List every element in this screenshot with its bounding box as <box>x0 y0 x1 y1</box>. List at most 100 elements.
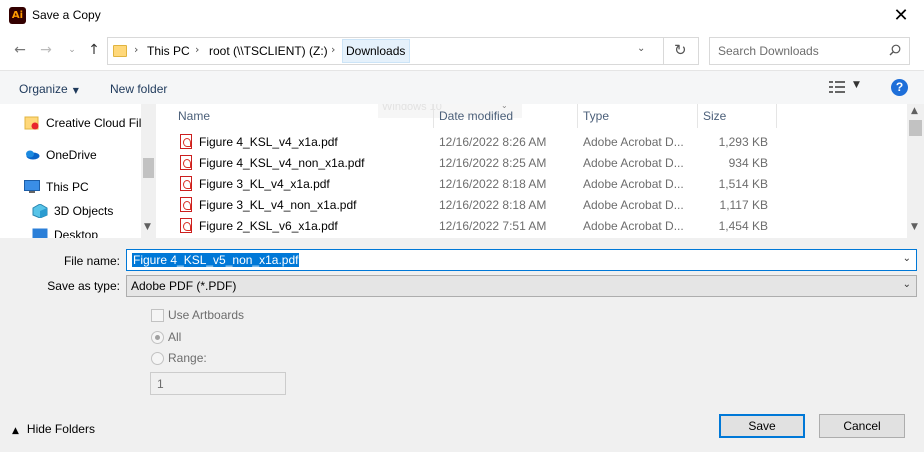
file-size: 1,454 KB <box>718 219 768 233</box>
range-label: Range: <box>168 351 207 365</box>
breadcrumb-downloads[interactable]: Downloads <box>346 44 405 58</box>
table-row[interactable]: Figure 4_KSL_v4_non_x1a.pdf 12/16/2022 8… <box>156 153 906 174</box>
pdf-file-icon <box>180 197 192 212</box>
cancel-button[interactable]: Cancel <box>819 414 905 438</box>
recent-locations-chevron-icon[interactable]: ⌄ <box>62 40 82 60</box>
address-bar[interactable]: › This PC › root (\\TSCLIENT) (Z:) › Dow… <box>107 37 699 65</box>
file-date: 12/16/2022 8:25 AM <box>439 156 547 170</box>
file-name-value[interactable]: Figure 4_KSL_v5_non_x1a.pdf <box>132 253 300 267</box>
file-type: Adobe Acrobat D... <box>583 219 684 233</box>
chevron-down-icon[interactable]: ⌄ <box>903 279 911 290</box>
navigation-pane: Creative Cloud Fil OneDrive This PC 3D O… <box>0 104 156 238</box>
address-dropdown-chevron-icon[interactable]: ⌄ <box>637 43 645 54</box>
column-divider[interactable] <box>776 104 777 128</box>
range-radio[interactable] <box>151 352 164 365</box>
range-input[interactable]: 1 <box>150 372 286 395</box>
file-type: Adobe Acrobat D... <box>583 177 684 191</box>
chevron-down-icon[interactable]: ⌄ <box>903 253 911 264</box>
command-toolbar: Organize ▼ New folder ▼ ? <box>0 70 924 104</box>
save-as-type-value: Adobe PDF (*.PDF) <box>131 279 237 293</box>
all-label: All <box>168 330 182 344</box>
save-as-type-select[interactable]: Adobe PDF (*.PDF) ⌄ <box>126 275 917 297</box>
sidebar-item-onedrive[interactable]: OneDrive <box>24 148 97 168</box>
save-as-type-label: Save as type: <box>47 279 120 293</box>
file-name: Figure 3_KL_v4_non_x1a.pdf <box>199 198 357 212</box>
up-arrow-icon[interactable]: ↑ <box>84 40 104 60</box>
file-list-scrollbar[interactable]: ▲ ▼ <box>907 104 924 238</box>
file-date: 12/16/2022 8:18 AM <box>439 177 547 191</box>
file-type: Adobe Acrobat D... <box>583 198 684 212</box>
file-date: 12/16/2022 8:26 AM <box>439 135 547 149</box>
table-row[interactable]: Figure 4_KSL_v4_x1a.pdf 12/16/2022 8:26 … <box>156 132 906 153</box>
folder-icon <box>113 45 127 57</box>
organize-label: Organize <box>19 82 68 96</box>
forward-arrow-icon[interactable]: → <box>36 40 56 60</box>
save-button[interactable]: Save <box>719 414 805 438</box>
file-name: Figure 4_KSL_v4_x1a.pdf <box>199 135 338 149</box>
column-header-date-modified[interactable]: Date modified <box>439 109 513 123</box>
sidebar-item-this-pc[interactable]: This PC <box>24 180 89 200</box>
table-row[interactable]: Figure 3_KL_v4_x1a.pdf 12/16/2022 8:18 A… <box>156 174 906 195</box>
navigation-bar: ← → ⌄ ↑ › This PC › root (\\TSCLIENT) (Z… <box>0 32 924 70</box>
file-name-field[interactable]: Figure 4_KSL_v5_non_x1a.pdf ⌄ <box>126 249 917 271</box>
navigation-pane-scrollbar[interactable]: ▼ <box>141 104 155 238</box>
file-name-label: File name: <box>63 254 120 268</box>
use-artboards-label: Use Artboards <box>168 308 245 322</box>
file-type: Adobe Acrobat D... <box>583 135 684 149</box>
all-radio[interactable] <box>151 331 164 344</box>
use-artboards-checkbox[interactable] <box>151 309 164 322</box>
breadcrumb-this-pc[interactable]: This PC <box>147 44 190 58</box>
table-row[interactable]: Figure 3_KL_v4_non_x1a.pdf 12/16/2022 8:… <box>156 195 906 216</box>
column-header-type[interactable]: Type <box>583 109 609 123</box>
sidebar-item-label: This PC <box>46 180 89 194</box>
table-row[interactable]: Figure 2_KSL_v6_x1a.pdf 12/16/2022 7:51 … <box>156 216 906 237</box>
sidebar-item-creative-cloud[interactable]: Creative Cloud Fil <box>24 116 141 136</box>
file-type: Adobe Acrobat D... <box>583 156 684 170</box>
file-size: 1,293 KB <box>718 135 768 149</box>
onedrive-icon <box>26 150 40 160</box>
close-button[interactable]: ✕ <box>878 0 924 32</box>
organize-menu[interactable]: Organize ▼ <box>19 82 79 96</box>
column-header-name[interactable]: Name <box>178 109 210 123</box>
column-header-size[interactable]: Size <box>703 109 726 123</box>
scrollbar-thumb[interactable] <box>909 120 922 136</box>
title-bar: Ai Save a Copy ✕ <box>0 0 924 32</box>
window-title: Save a Copy <box>32 8 101 22</box>
breadcrumb-separator-icon: › <box>331 43 336 56</box>
hide-folders-toggle[interactable]: ▲ Hide Folders <box>12 422 95 436</box>
new-folder-button[interactable]: New folder <box>110 82 167 96</box>
file-size: 1,514 KB <box>718 177 768 191</box>
creative-cloud-icon <box>24 116 39 130</box>
scroll-down-arrow-icon[interactable]: ▼ <box>911 222 918 232</box>
breadcrumb-root-drive[interactable]: root (\\TSCLIENT) (Z:) <box>209 44 328 58</box>
breadcrumb-separator-icon: › <box>195 43 200 56</box>
3d-objects-icon <box>32 204 48 218</box>
file-name: Figure 3_KL_v4_x1a.pdf <box>199 177 330 191</box>
file-date: 12/16/2022 7:51 AM <box>439 219 547 233</box>
view-options-caret-icon[interactable]: ▼ <box>853 80 860 90</box>
address-divider <box>663 38 664 64</box>
column-divider[interactable] <box>697 104 698 128</box>
column-divider[interactable] <box>433 104 434 128</box>
file-date: 12/16/2022 8:18 AM <box>439 198 547 212</box>
sidebar-item-desktop[interactable]: Desktop <box>32 228 98 238</box>
file-size: 934 KB <box>728 156 768 170</box>
search-input[interactable]: Search Downloads <box>709 37 910 65</box>
refresh-icon[interactable]: ↻ <box>674 41 687 59</box>
pdf-file-icon <box>180 134 192 149</box>
sidebar-item-3d-objects[interactable]: 3D Objects <box>32 204 113 224</box>
file-list-pane: Windows 10 ⌄ Name Date modified Type Siz… <box>156 104 924 238</box>
change-view-icon[interactable] <box>829 81 845 93</box>
scrollbar-thumb[interactable] <box>143 158 154 178</box>
scroll-down-arrow-icon[interactable]: ▼ <box>144 222 151 232</box>
hide-folders-label: Hide Folders <box>26 422 95 436</box>
file-name: Figure 4_KSL_v4_non_x1a.pdf <box>199 156 365 170</box>
pdf-file-icon <box>180 176 192 191</box>
this-pc-icon <box>24 180 40 193</box>
search-icon <box>889 44 901 56</box>
back-arrow-icon[interactable]: ← <box>10 40 30 60</box>
scroll-up-arrow-icon[interactable]: ▲ <box>911 106 918 116</box>
help-icon[interactable]: ? <box>891 79 908 96</box>
range-value: 1 <box>157 377 164 391</box>
column-divider[interactable] <box>577 104 578 128</box>
